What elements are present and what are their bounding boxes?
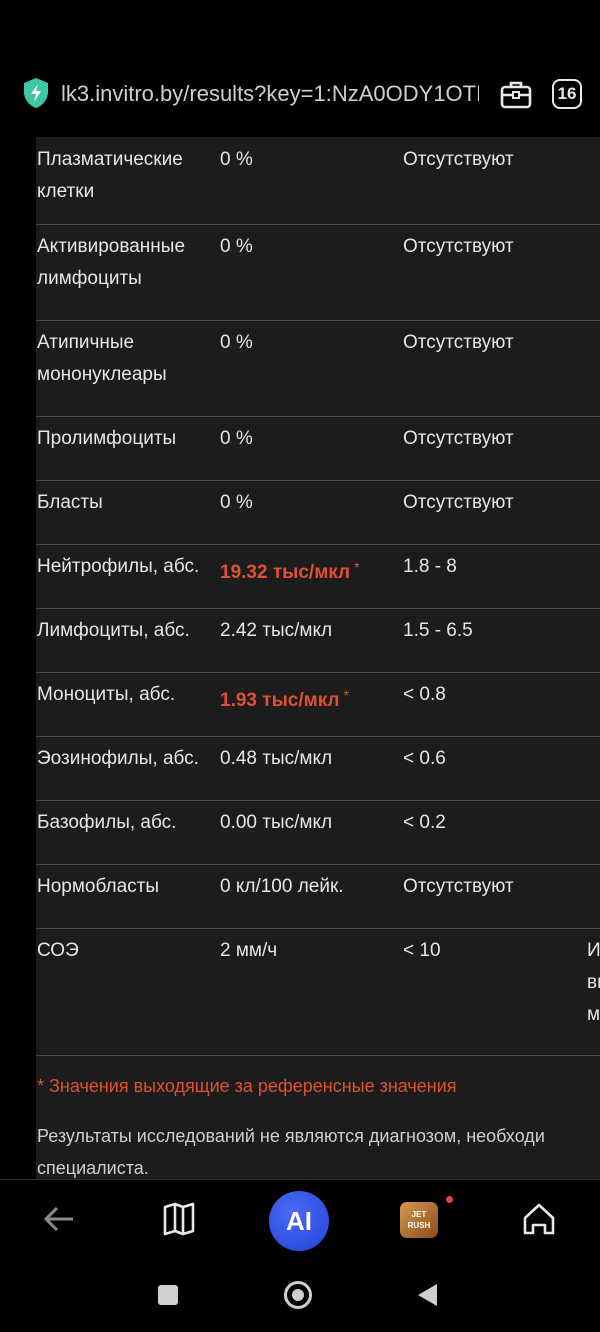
test-value: 0 % xyxy=(220,423,390,455)
test-value: 0.48 тыс/мкл xyxy=(220,743,390,775)
reference-range: Отсутствуют xyxy=(403,332,514,353)
reference-range: Отсутствуют xyxy=(403,236,514,257)
table-row: Атипичные мононуклеары 0 % Отсутствуют xyxy=(36,320,600,417)
test-name: Плазматические клетки xyxy=(37,149,183,202)
value-text: 0 % xyxy=(220,332,253,353)
reference-range: < 0.2 xyxy=(403,812,446,833)
test-name: Бласты xyxy=(37,492,103,513)
table-row: Бласты 0 % Отсутствуют xyxy=(36,480,600,545)
results-table: Плазматические клетки 0 % Отсутствуют Актив… xyxy=(0,137,600,1179)
reference-range: 1.8 - 8 xyxy=(403,556,457,577)
url-text[interactable]: lk3.invitro.by/results?key=1:NzA0ODY1OTE… xyxy=(61,79,479,109)
back-triangle-icon[interactable] xyxy=(415,1282,439,1308)
system-navbar xyxy=(0,1260,600,1332)
back-icon[interactable] xyxy=(37,1196,83,1242)
test-value: 19.32 тыс/мкл * xyxy=(220,551,390,589)
disclaimer-text: Результаты исследований не являются диаг… xyxy=(37,1126,545,1178)
test-name: СОЭ xyxy=(37,940,79,961)
test-name: Нейтрофилы, абс. xyxy=(37,556,200,577)
tabs-counter-icon[interactable]: 16 xyxy=(552,79,582,109)
value-text: 0 кл/100 лейк. xyxy=(220,876,344,897)
table-row: СОЭ 2 мм/ч < 10 И вы м xyxy=(36,928,600,1056)
value-text: 0.48 тыс/мкл xyxy=(220,748,333,769)
test-value: 0.00 тыс/мкл xyxy=(220,807,390,839)
value-text: 2 мм/ч xyxy=(220,940,278,961)
jet-rush-game-icon[interactable]: JET RUSH xyxy=(400,1202,438,1238)
table-row: Пролимфоциты 0 % Отсутствуют xyxy=(36,416,600,481)
recents-icon[interactable] xyxy=(157,1284,179,1306)
value-text: 0 % xyxy=(220,236,253,257)
home-icon[interactable] xyxy=(516,1196,562,1242)
value-text: 2.42 тыс/мкл xyxy=(220,620,333,641)
notification-dot xyxy=(446,1196,453,1203)
out-of-range-star: * xyxy=(343,687,349,703)
reference-range: < 10 xyxy=(403,940,441,961)
value-text: 0 % xyxy=(220,492,253,513)
url-bar[interactable]: lk3.invitro.by/results?key=1:NzA0ODY1OTE… xyxy=(0,60,600,130)
bookmarks-icon[interactable] xyxy=(156,1196,202,1242)
reference-range: Отсутствуют xyxy=(403,492,514,513)
value-text: 0 % xyxy=(220,428,253,449)
value-text: 0 % xyxy=(220,149,253,170)
reference-range: Отсутствуют xyxy=(403,876,514,897)
value-text: 19.32 тыс/мкл xyxy=(220,562,351,583)
test-value: 0 % xyxy=(220,487,390,519)
test-name: Моноциты, абс. xyxy=(37,684,176,705)
table-row: Нормобласты 0 кл/100 лейк. Отсутствуют xyxy=(36,864,600,929)
test-name: Нормобласты xyxy=(37,876,160,897)
test-value: 0 % xyxy=(220,327,390,359)
briefcase-icon[interactable] xyxy=(500,78,532,110)
reference-range: Отсутствуют xyxy=(403,149,514,170)
test-name: Атипичные мононуклеары xyxy=(37,332,167,385)
test-value: 0 кл/100 лейк. xyxy=(220,871,390,903)
value-text: 0.00 тыс/мкл xyxy=(220,812,333,833)
test-value: 1.93 тыс/мкл * xyxy=(220,679,390,717)
reference-range: < 0.6 xyxy=(403,748,446,769)
game-label-top: JET xyxy=(411,1210,427,1219)
table-row: Моноциты, абс. 1.93 тыс/мкл * < 0.8 xyxy=(36,672,600,737)
test-name: Базофилы, абс. xyxy=(37,812,177,833)
test-name: Активированные лимфоциты xyxy=(37,236,186,289)
ai-button[interactable]: AI xyxy=(269,1191,329,1251)
test-value: 2.42 тыс/мкл xyxy=(220,615,390,647)
reference-range: < 0.8 xyxy=(403,684,446,705)
test-name: Эозинофилы, абс. xyxy=(37,748,199,769)
test-name: Лимфоциты, абс. xyxy=(37,620,190,641)
out-of-range-star: * xyxy=(354,559,360,575)
note-star: * xyxy=(37,1076,45,1096)
table-row: Эозинофилы, абс. 0.48 тыс/мкл < 0.6 xyxy=(36,736,600,801)
test-value: 2 мм/ч xyxy=(220,935,390,967)
test-name: Пролимфоциты xyxy=(37,428,177,449)
game-label-bottom: RUSH xyxy=(407,1221,431,1230)
reference-range: Отсутствуют xyxy=(403,428,514,449)
page-margin xyxy=(0,137,36,1179)
comment-cell: И вы м xyxy=(587,940,600,1025)
test-value: 0 % xyxy=(220,144,390,176)
home-circle-icon[interactable] xyxy=(283,1280,313,1310)
table-row: Активированные лимфоциты 0 % Отсутствуют xyxy=(36,224,600,321)
value-text: 1.93 тыс/мкл xyxy=(220,690,340,711)
out-of-range-note: * Значения выходящие за референсные знач… xyxy=(37,1072,457,1100)
browser-navbar: AI JET RUSH xyxy=(0,1179,600,1260)
reference-range: 1.5 - 6.5 xyxy=(403,620,473,641)
table-row: Базофилы, абс. 0.00 тыс/мкл < 0.2 xyxy=(36,800,600,865)
table-row: Нейтрофилы, абс. 19.32 тыс/мкл * 1.8 - 8 xyxy=(36,544,600,609)
test-value: 0 % xyxy=(220,231,390,263)
table-row: Лимфоциты, абс. 2.42 тыс/мкл 1.5 - 6.5 xyxy=(36,608,600,673)
table-row: Плазматические клетки 0 % Отсутствуют xyxy=(36,137,600,225)
note-text: Значения выходящие за референсные значен… xyxy=(49,1076,457,1096)
shield-icon[interactable] xyxy=(22,77,50,109)
